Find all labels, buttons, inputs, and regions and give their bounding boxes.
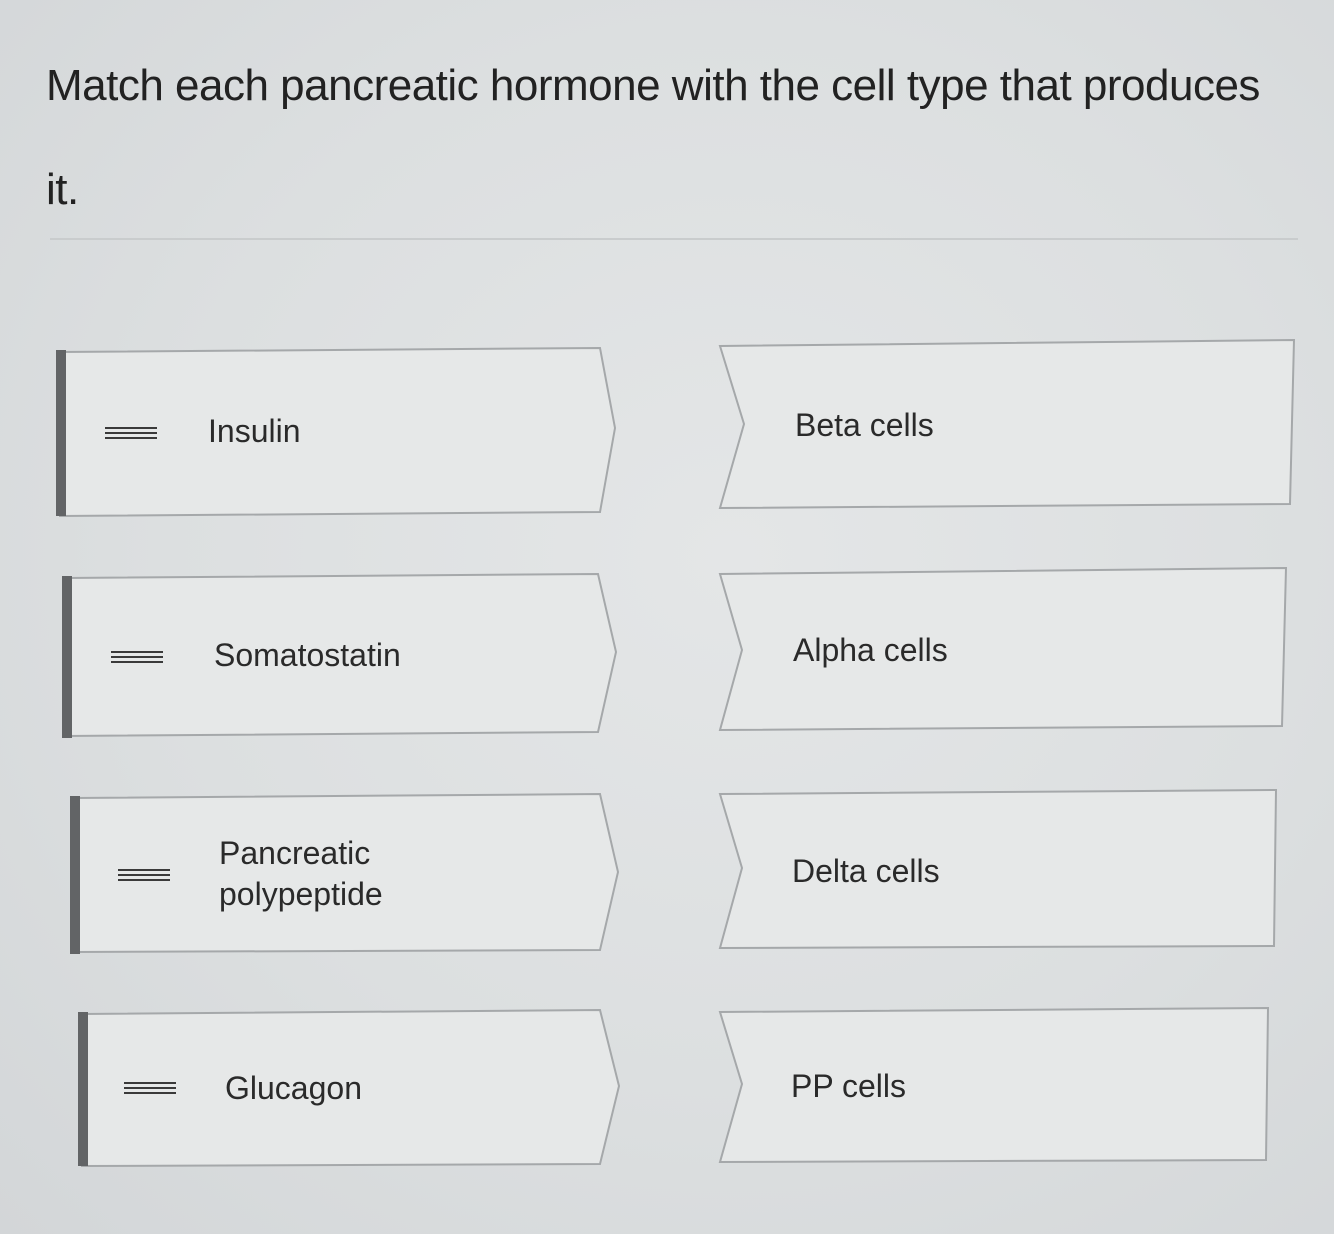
prompt-label: Somatostatin: [214, 637, 401, 673]
drag-handle-icon[interactable]: [124, 1082, 176, 1096]
answer-label: Alpha cells: [793, 632, 948, 668]
drag-handle-icon[interactable]: [118, 869, 170, 883]
answer-label: Delta cells: [792, 853, 940, 889]
drag-handle-icon[interactable]: [105, 427, 157, 441]
answer-label: Beta cells: [795, 407, 934, 443]
prompt-label: Glucagon: [225, 1070, 362, 1106]
answer-label: PP cells: [791, 1068, 907, 1104]
prompt-label-line-1: Pancreatic: [219, 835, 371, 871]
prompt-label: Insulin: [208, 413, 301, 449]
drag-handle-icon[interactable]: [111, 651, 163, 665]
question-text: Match each pancreatic hormone with the c…: [46, 61, 1260, 214]
divider: [50, 238, 1298, 240]
prompt-label-line-2: polypeptide: [219, 876, 383, 912]
